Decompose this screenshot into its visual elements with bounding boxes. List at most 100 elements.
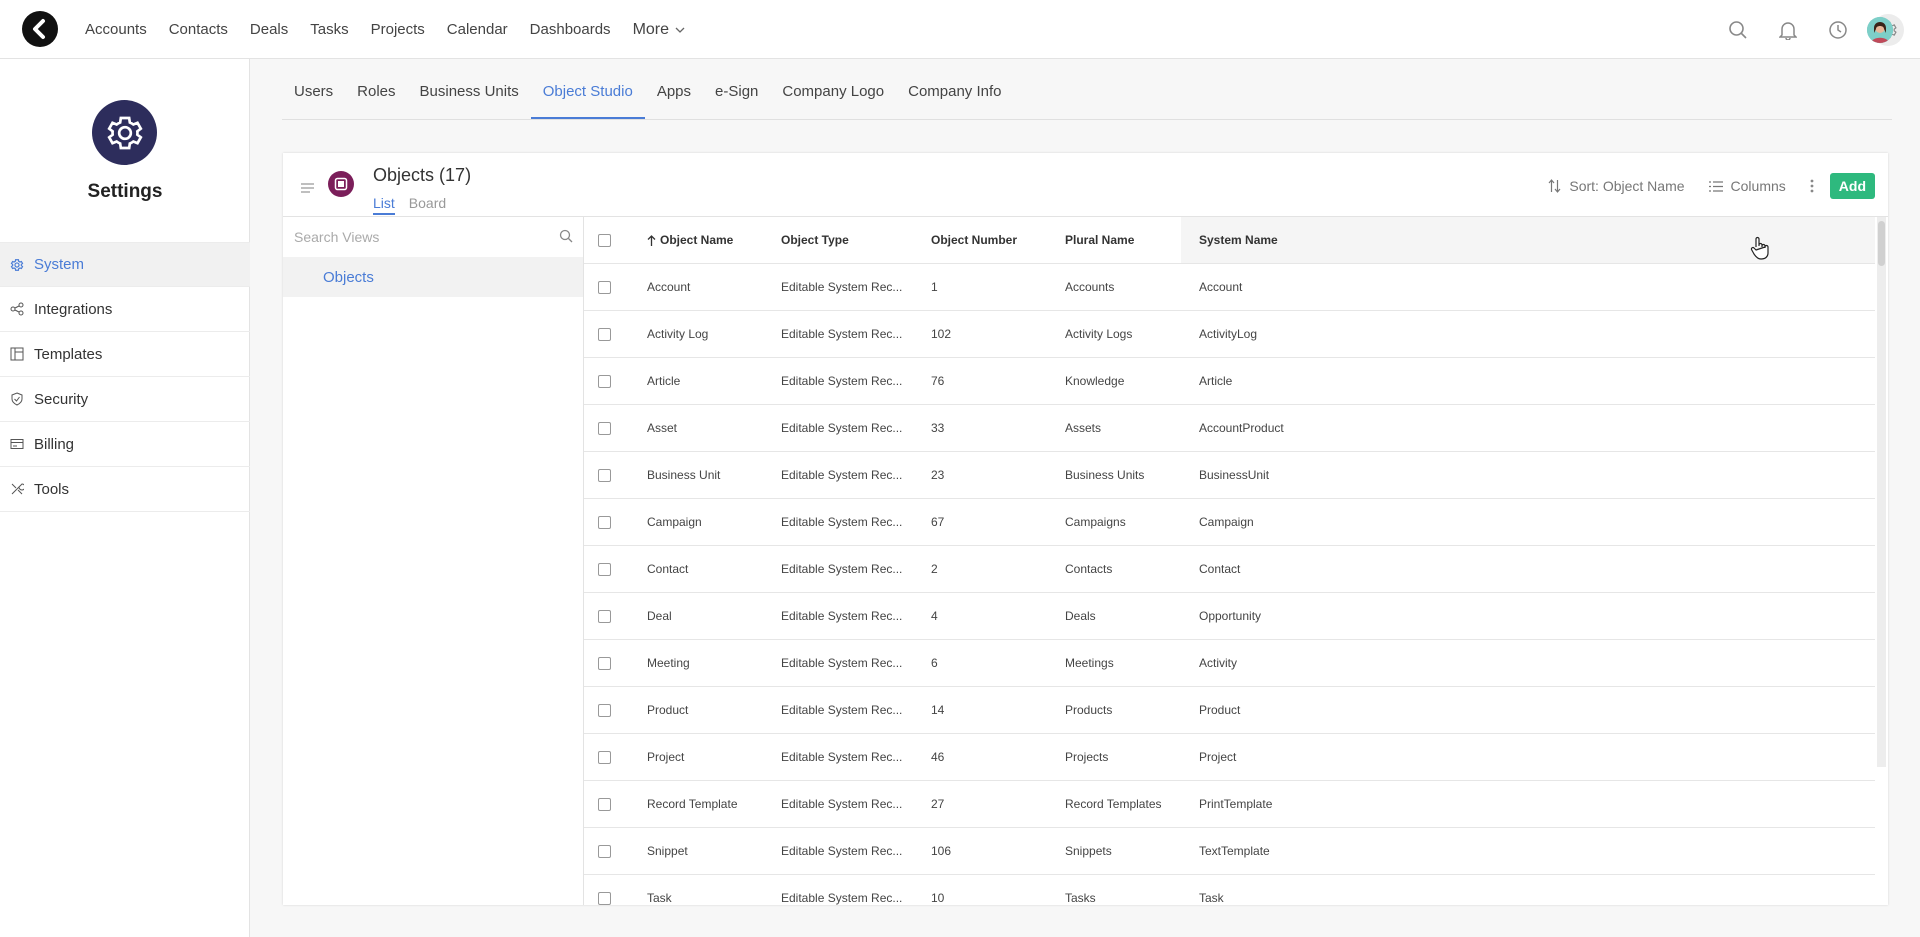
table-row[interactable]: Deal Editable System Rec... 4 Deals Opportun… (584, 593, 1875, 640)
sidebar-item-tools[interactable]: Tools (0, 467, 250, 512)
sort-button[interactable]: Sort: Object Name (1548, 178, 1685, 194)
row-checkbox[interactable] (598, 328, 611, 341)
scrollbar-thumb[interactable] (1878, 221, 1885, 266)
cell-system-name: AccountProduct (1199, 421, 1284, 435)
scrollbar-track[interactable] (1877, 217, 1886, 767)
col-object-type[interactable]: Object Type (781, 217, 916, 263)
row-checkbox[interactable] (598, 610, 611, 623)
template-icon (10, 347, 24, 361)
gear-icon (106, 116, 143, 149)
cell-object-name: Meeting (647, 656, 690, 670)
nav-tasks[interactable]: Tasks (310, 21, 348, 38)
row-checkbox[interactable] (598, 798, 611, 811)
sidebar-item-billing[interactable]: Billing (0, 422, 250, 467)
table-row[interactable]: Contact Editable System Rec... 2 Contacts Co… (584, 546, 1875, 593)
table-row[interactable]: Account Editable System Rec... 1 Accounts Ac… (584, 264, 1875, 311)
tab-list[interactable]: List (373, 195, 395, 215)
kebab-menu-icon[interactable] (1810, 179, 1814, 193)
view-item-objects[interactable]: Objects (283, 257, 583, 297)
cell-object-type: Editable System Rec... (781, 280, 903, 294)
tab-company-logo[interactable]: Company Logo (770, 83, 896, 119)
search-icon[interactable] (1722, 14, 1754, 46)
tools-icon (10, 482, 24, 496)
row-checkbox[interactable] (598, 751, 611, 764)
nav-deals[interactable]: Deals (250, 21, 288, 38)
objects-table: Object Name Object Type Object Number Pl… (584, 217, 1875, 905)
panel-actions: Sort: Object Name Columns Add (1548, 173, 1875, 199)
search-views-input[interactable] (294, 229, 554, 245)
row-checkbox[interactable] (598, 704, 611, 717)
clock-icon[interactable] (1822, 14, 1854, 46)
cell-system-name: TextTemplate (1199, 844, 1270, 858)
settings-title: Settings (87, 181, 163, 202)
tab-roles[interactable]: Roles (345, 83, 407, 119)
col-object-number[interactable]: Object Number (931, 217, 1051, 263)
panel-count: (17) (439, 165, 472, 185)
hamburger-menu-icon[interactable] (301, 180, 314, 196)
table-row[interactable]: Article Editable System Rec... 76 Knowledge… (584, 358, 1875, 405)
row-checkbox[interactable] (598, 845, 611, 858)
user-avatar[interactable] (1867, 17, 1893, 43)
row-checkbox[interactable] (598, 375, 611, 388)
col-object-name[interactable]: Object Name (647, 217, 772, 263)
cell-system-name: Account (1199, 280, 1243, 294)
cell-object-name: Campaign (647, 515, 702, 529)
row-checkbox[interactable] (598, 563, 611, 576)
sidebar-item-system[interactable]: System (0, 242, 250, 287)
cell-plural-name: Record Templates (1065, 797, 1162, 811)
tab-company-info[interactable]: Company Info (896, 83, 1013, 119)
table-row[interactable]: Asset Editable System Rec... 33 Assets Accou… (584, 405, 1875, 452)
nav-calendar[interactable]: Calendar (447, 21, 508, 38)
cell-plural-name: Meetings (1065, 656, 1114, 670)
columns-button[interactable]: Columns (1708, 178, 1786, 194)
col-plural-name[interactable]: Plural Name (1065, 217, 1185, 263)
table-header: Object Name Object Type Object Number Pl… (584, 217, 1875, 264)
app-logo[interactable] (22, 11, 58, 47)
search-icon[interactable] (559, 229, 573, 246)
cell-object-number: 6 (931, 656, 938, 670)
nav-more[interactable]: More (633, 21, 685, 39)
tab-apps[interactable]: Apps (645, 83, 703, 119)
panel-title-text: Objects (373, 165, 435, 185)
bell-icon[interactable] (1772, 14, 1804, 46)
row-checkbox[interactable] (598, 516, 611, 529)
sidebar-item-label: Tools (34, 480, 70, 498)
table-row[interactable]: Campaign Editable System Rec... 67 Campaign… (584, 499, 1875, 546)
col-system-name[interactable]: System Name (1199, 217, 1399, 263)
nav-dashboards[interactable]: Dashboards (530, 21, 611, 38)
cell-object-type: Editable System Rec... (781, 891, 903, 905)
chevron-down-icon (675, 27, 685, 33)
table-row[interactable]: Snippet Editable System Rec... 106 Snippets… (584, 828, 1875, 875)
sidebar-item-security[interactable]: Security (0, 377, 250, 422)
nav-accounts[interactable]: Accounts (85, 21, 147, 38)
sidebar-item-templates[interactable]: Templates (0, 332, 250, 377)
row-checkbox[interactable] (598, 281, 611, 294)
cell-object-number: 23 (931, 468, 945, 482)
nav-projects[interactable]: Projects (371, 21, 425, 38)
table-row[interactable]: Product Editable System Rec... 14 Products P… (584, 687, 1875, 734)
table-row[interactable]: Task Editable System Rec... 10 Tasks Task (584, 875, 1875, 905)
sort-icon (1548, 179, 1561, 193)
table-row[interactable]: Meeting Editable System Rec... 6 Meetings Ac… (584, 640, 1875, 687)
tab-board[interactable]: Board (409, 195, 446, 215)
table-row[interactable]: Activity Log Editable System Rec... 102 Act… (584, 311, 1875, 358)
cell-plural-name: Contacts (1065, 562, 1113, 576)
cell-object-number: 33 (931, 421, 945, 435)
tab-users[interactable]: Users (282, 83, 345, 119)
row-checkbox[interactable] (598, 422, 611, 435)
cell-object-name: Task (647, 891, 672, 905)
table-row[interactable]: Project Editable System Rec... 46 Projects P… (584, 734, 1875, 781)
row-checkbox[interactable] (598, 657, 611, 670)
tab-business-units[interactable]: Business Units (408, 83, 531, 119)
table-row[interactable]: Business Unit Editable System Rec... 23 Bus… (584, 452, 1875, 499)
select-all-checkbox[interactable] (598, 234, 611, 247)
row-checkbox[interactable] (598, 892, 611, 905)
sidebar-item-integrations[interactable]: Integrations (0, 287, 250, 332)
nav-contacts[interactable]: Contacts (169, 21, 228, 38)
tab-object-studio[interactable]: Object Studio (530, 83, 645, 119)
add-button[interactable]: Add (1829, 173, 1875, 199)
cell-system-name: Campaign (1199, 515, 1254, 529)
table-row[interactable]: Record Template Editable System Rec... 27 R… (584, 781, 1875, 828)
tab-e-sign[interactable]: e-Sign (703, 83, 770, 119)
row-checkbox[interactable] (598, 469, 611, 482)
